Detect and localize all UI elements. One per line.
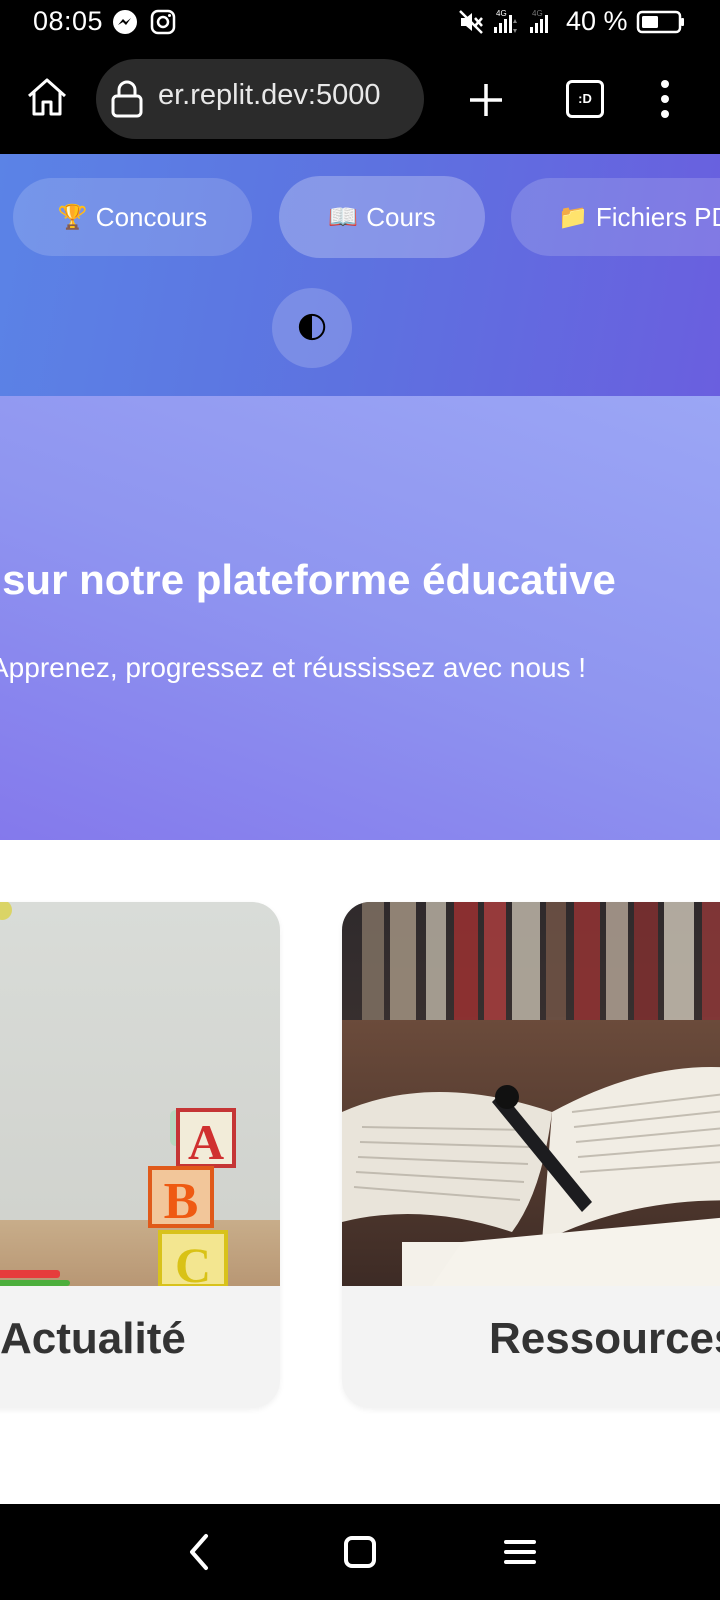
battery-icon [636, 10, 684, 34]
nav-item-label: Cours [366, 201, 436, 232]
nav-item-concours[interactable]: 🏆 Concours [13, 178, 252, 256]
card-actualite[interactable]: A B C Actualité [0, 902, 280, 1408]
url-bar[interactable]: er.replit.dev:5000 [96, 59, 424, 139]
hero-banner: Bienvenue sur notre plateforme éducative… [0, 396, 720, 840]
nav-item-fichiers-pdf[interactable]: 📁 Fichiers PDF [511, 178, 720, 256]
site-header: 🏆 Concours 📖 Cours 📁 Fichiers PDF 🌓 [0, 154, 720, 396]
more-vert-icon[interactable] [650, 76, 680, 122]
svg-text:A: A [188, 1114, 224, 1170]
plus-icon[interactable] [466, 80, 506, 120]
svg-text:4G: 4G [496, 9, 507, 18]
back-icon[interactable] [180, 1532, 220, 1572]
theme-toggle-button[interactable]: 🌓 [272, 288, 352, 368]
nav-item-label: Fichiers PDF [595, 201, 720, 232]
folder-icon: 📁 [558, 203, 588, 231]
home-icon[interactable] [24, 74, 70, 120]
instagram-icon [150, 9, 176, 35]
mute-icon [459, 10, 483, 34]
card-title: Ressources [489, 1314, 720, 1363]
card-title: Actualité [0, 1314, 186, 1363]
messenger-icon [113, 10, 137, 34]
status-time: 08:05 [33, 6, 104, 36]
trophy-icon: 🏆 [57, 203, 88, 231]
nav-item-label: Concours [95, 201, 208, 232]
cards-section: A B C Actualité Ressources [0, 840, 720, 1504]
signal-4g-icon: 4G [494, 9, 517, 33]
svg-text:4G: 4G [532, 9, 543, 18]
tabs-button[interactable]: :D [566, 80, 604, 118]
home-square-icon[interactable] [340, 1532, 380, 1572]
half-moon-icon: 🌓 [296, 311, 328, 345]
nav-item-cours[interactable]: 📖 Cours [279, 176, 485, 258]
signal-4g-icon: 4G [530, 9, 548, 33]
url-text: er.replit.dev:5000 [158, 79, 381, 111]
card-image-abc-blocks: A B C [0, 902, 280, 1286]
browser-toolbar: er.replit.dev:5000 :D [0, 46, 720, 154]
svg-text:B: B [164, 1173, 199, 1230]
status-bar: 08:05 4G 4G 40 % [0, 0, 720, 46]
system-nav-bar [0, 1504, 720, 1600]
battery-percent: 40 % [566, 6, 628, 36]
svg-text:C: C [175, 1237, 211, 1286]
recents-icon[interactable] [500, 1532, 540, 1572]
lock-icon [111, 80, 143, 118]
hero-subtitle: Apprenez, progressez et réussissez avec … [0, 652, 587, 683]
book-icon: 📖 [328, 203, 359, 231]
card-image-open-book [342, 902, 720, 1286]
card-ressources[interactable]: Ressources [342, 902, 720, 1408]
hero-title: Bienvenue sur notre plateforme éducative [0, 556, 616, 603]
